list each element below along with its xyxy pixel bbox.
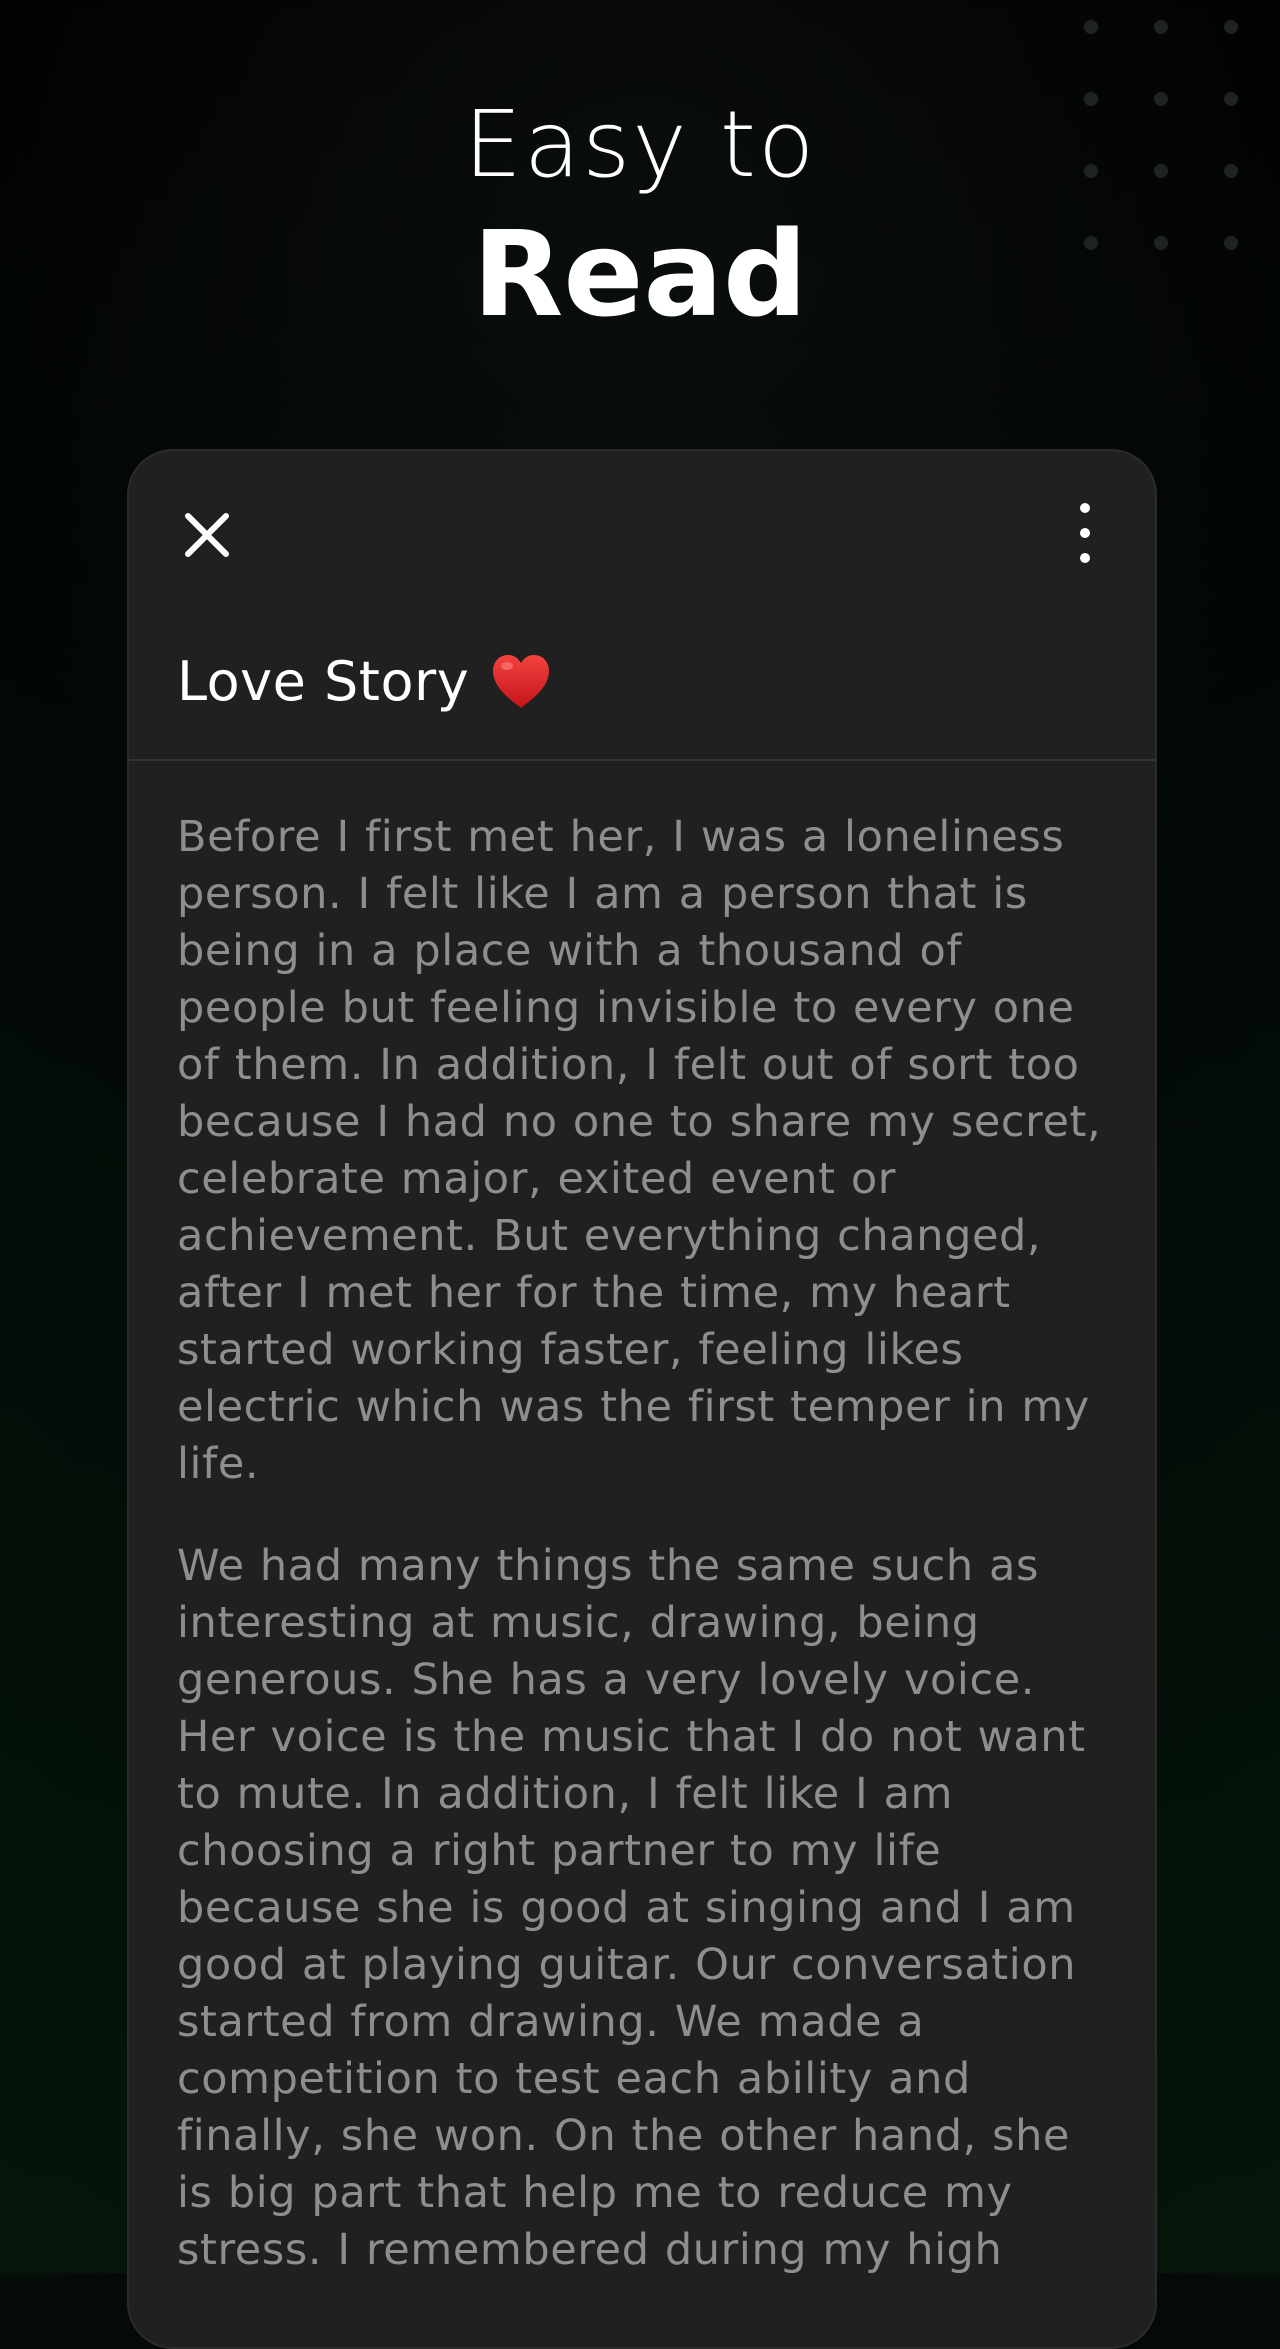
title-divider xyxy=(129,759,1155,761)
story-paragraph: We had many things the same such as inte… xyxy=(177,1541,1086,2275)
more-vertical-icon-dot xyxy=(1080,528,1090,538)
more-vertical-icon-dot xyxy=(1080,553,1090,563)
close-button[interactable] xyxy=(179,507,235,563)
story-reader-card: Love Story Before I first met her, I was… xyxy=(127,449,1157,2349)
hero-line-easy-to: Easy to xyxy=(463,91,817,198)
close-icon xyxy=(185,513,229,557)
hero-line-read: Read xyxy=(472,205,808,343)
more-options-button[interactable] xyxy=(1065,503,1105,563)
decorative-dot xyxy=(1154,20,1168,34)
hero-heading: Easy to Read xyxy=(0,90,1280,344)
story-title: Love Story xyxy=(177,650,470,713)
red-heart-icon xyxy=(493,655,550,708)
story-body[interactable]: Before I first met her, I was a loneline… xyxy=(177,809,1117,2324)
story-paragraph: Before I first met her, I was a loneline… xyxy=(177,812,1102,1489)
reader-toolbar xyxy=(129,451,1155,601)
story-title-row: Love Story xyxy=(177,647,553,717)
decorative-dot xyxy=(1224,20,1238,34)
more-vertical-icon xyxy=(1080,503,1090,513)
decorative-dot xyxy=(1084,20,1098,34)
